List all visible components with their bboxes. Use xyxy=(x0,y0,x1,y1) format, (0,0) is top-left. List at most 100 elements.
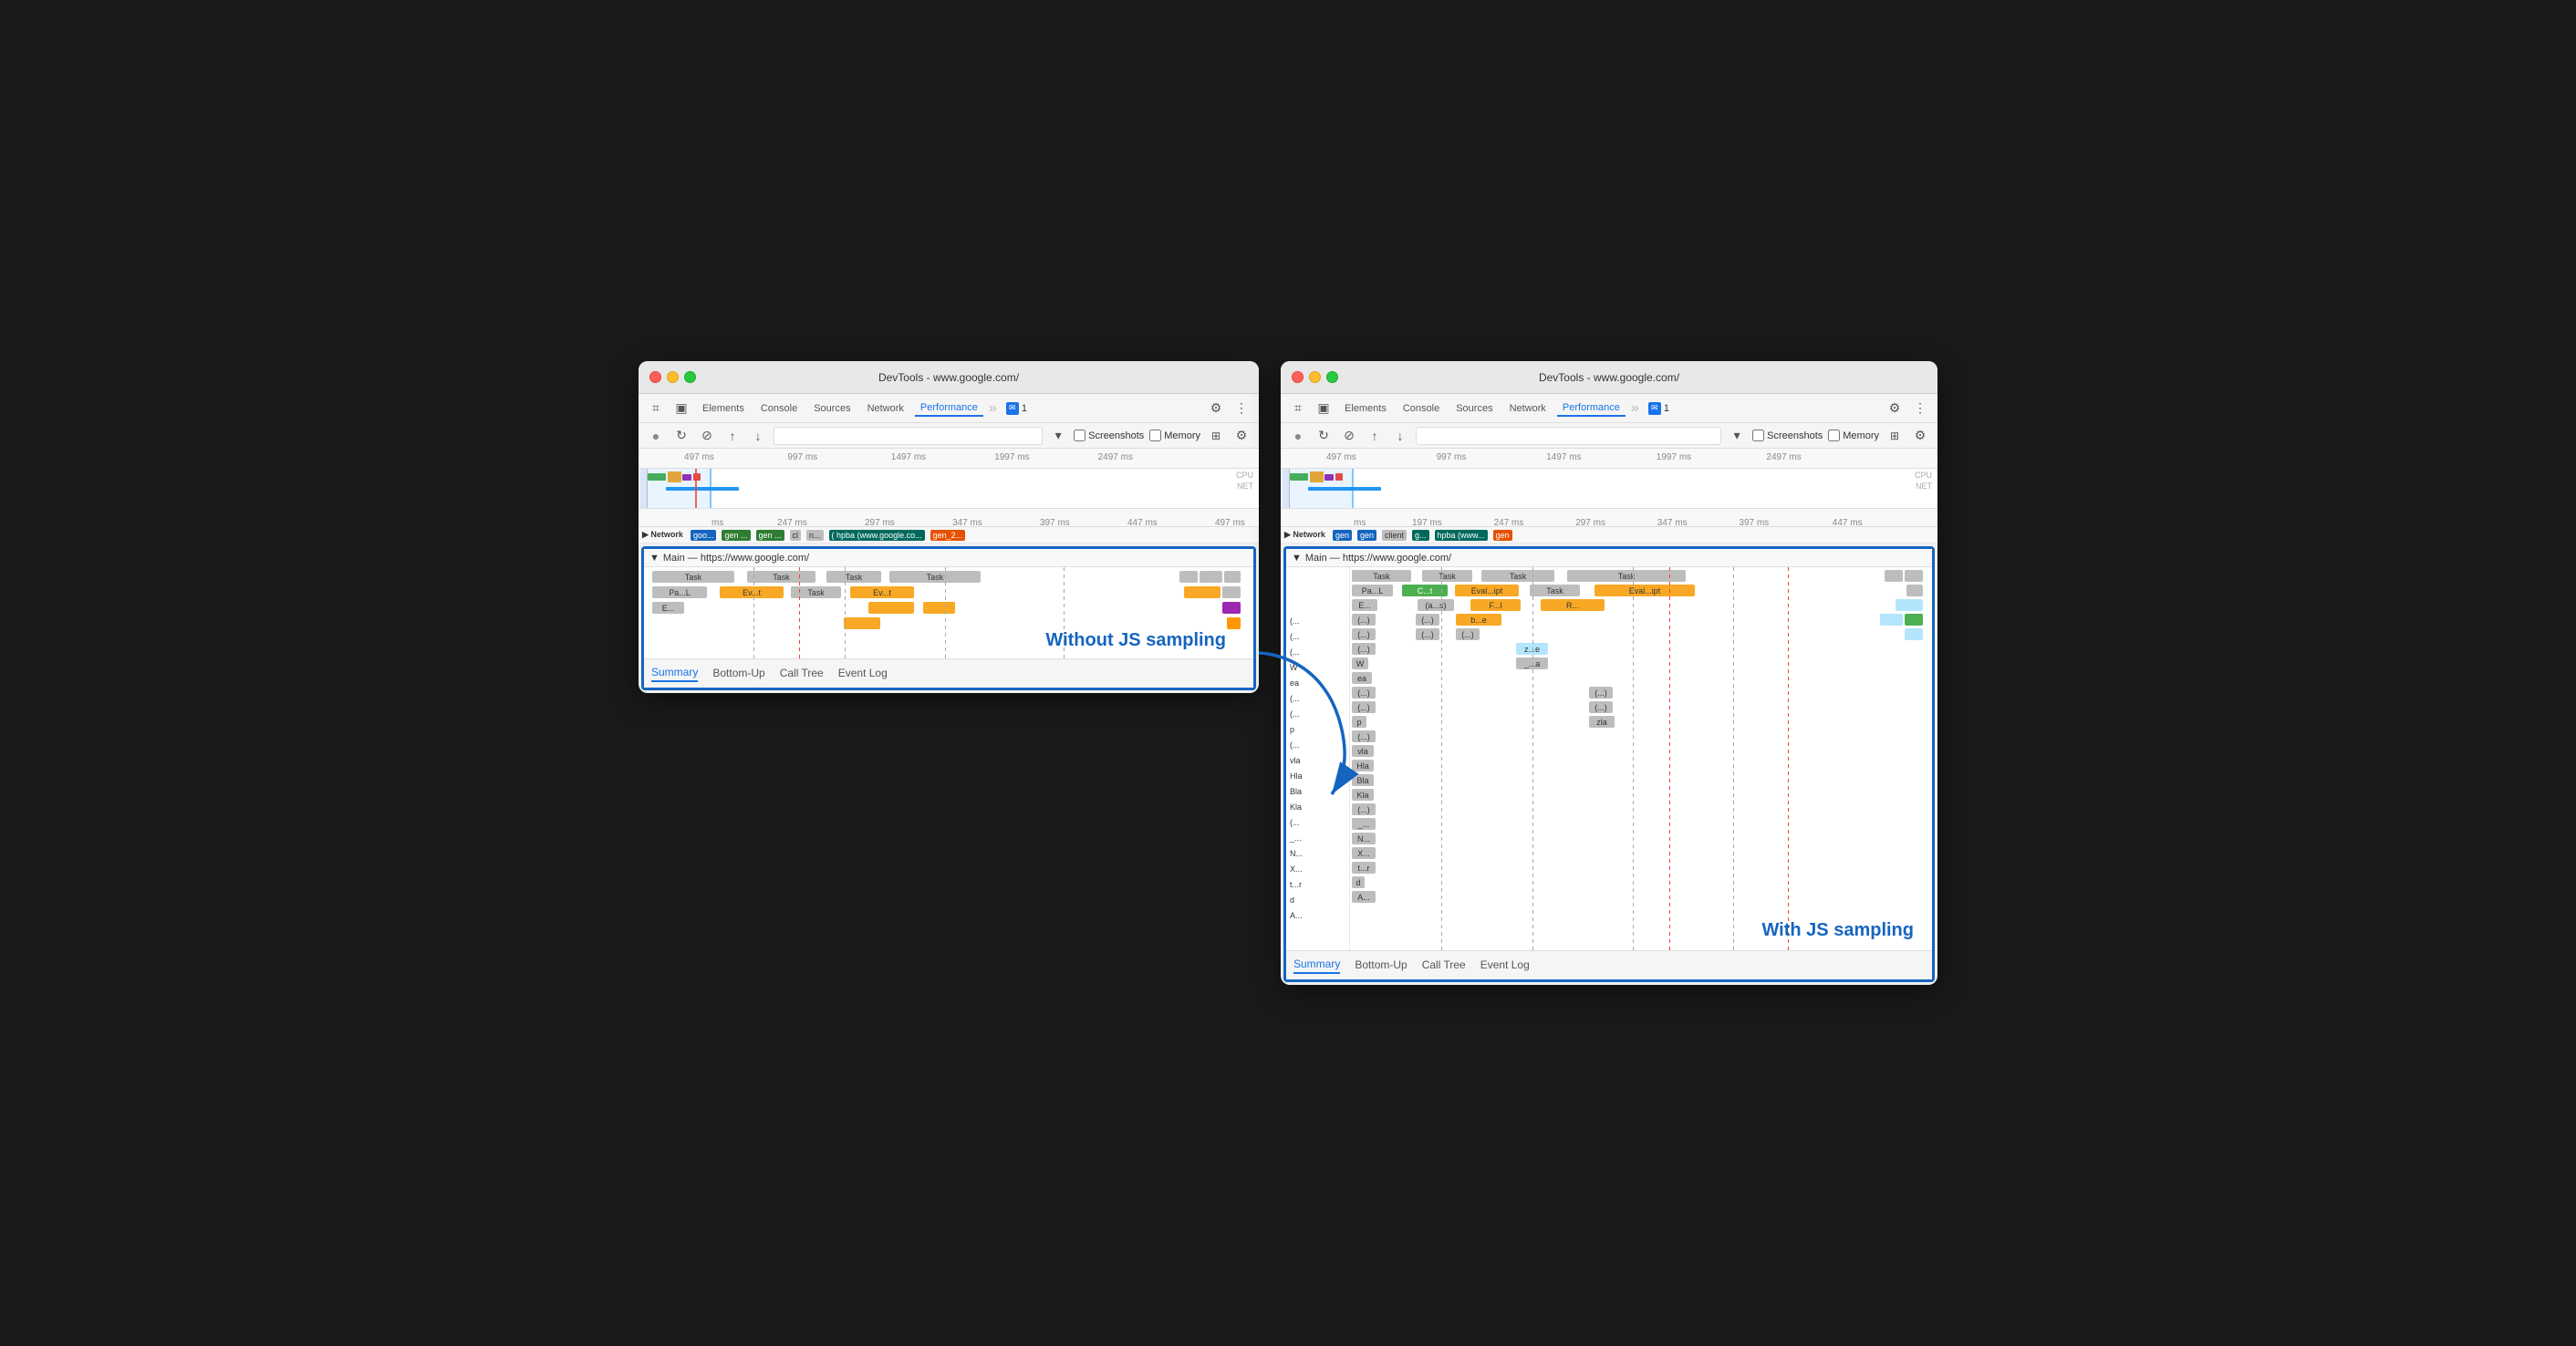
screenshots-label-left[interactable]: Screenshots xyxy=(1074,430,1144,441)
close-button-left[interactable] xyxy=(649,371,661,383)
r-kla[interactable]: Kla xyxy=(1352,789,1374,801)
settings2-icon-right[interactable]: ⚙ xyxy=(1910,426,1930,446)
memory-label-right[interactable]: Memory xyxy=(1828,430,1879,441)
r-tr[interactable]: t...r xyxy=(1352,862,1376,874)
r-fl[interactable]: F...l xyxy=(1470,599,1521,611)
tab-bottomup-left[interactable]: Bottom-Up xyxy=(712,667,764,681)
tab-console-right[interactable]: Console xyxy=(1397,401,1445,416)
minimize-button-left[interactable] xyxy=(667,371,679,383)
reload-icon-left[interactable]: ↻ xyxy=(671,426,691,446)
settings-icon-left[interactable]: ⚙ xyxy=(1206,399,1226,419)
more-options-left[interactable]: ⋮ xyxy=(1231,399,1252,419)
r-gr-1[interactable] xyxy=(1905,614,1923,626)
r-as[interactable]: (a...s) xyxy=(1418,599,1454,611)
r-hla[interactable]: Hla xyxy=(1352,760,1374,771)
r-lb-2[interactable] xyxy=(1880,614,1903,626)
maximize-button-left[interactable] xyxy=(684,371,696,383)
tab-summary-left[interactable]: Summary xyxy=(651,666,698,682)
y-bar-4[interactable] xyxy=(844,617,880,629)
download-icon-right[interactable]: ↓ xyxy=(1390,426,1410,446)
evt-bar-1[interactable]: Ev...t xyxy=(720,586,784,598)
screenshots-label-right[interactable]: Screenshots xyxy=(1752,430,1823,441)
tab-performance-left[interactable]: Performance xyxy=(915,400,983,417)
r-task-2[interactable]: Task xyxy=(1422,570,1472,582)
r-x[interactable]: X... xyxy=(1352,847,1376,859)
record-icon-left[interactable]: ● xyxy=(646,426,666,446)
settings-icon-right[interactable]: ⚙ xyxy=(1885,399,1905,419)
close-button-right[interactable] xyxy=(1292,371,1304,383)
r-evalscript-2[interactable]: Eval...ipt xyxy=(1594,585,1695,596)
yellow-bar-r[interactable] xyxy=(1184,586,1220,598)
task-bar-l5[interactable] xyxy=(1179,571,1198,583)
upload-icon-left[interactable]: ↑ xyxy=(722,426,743,446)
tab-calltree-left[interactable]: Call Tree xyxy=(780,667,824,681)
layers-icon-right[interactable]: ▣ xyxy=(1314,399,1334,419)
r-p53[interactable]: (...) xyxy=(1456,628,1480,640)
more-tabs-left[interactable]: » xyxy=(989,400,997,417)
task-bar-l7[interactable] xyxy=(1224,571,1241,583)
collapse-icon-left[interactable]: ▼ xyxy=(649,553,660,564)
r-n[interactable]: N... xyxy=(1352,833,1376,844)
r-pal[interactable]: Pa...L xyxy=(1352,585,1393,596)
address-input-right[interactable]: www.google.com #1 xyxy=(1416,427,1721,445)
maximize-button-right[interactable] xyxy=(1326,371,1338,383)
r-lb-3[interactable] xyxy=(1905,628,1923,640)
dropdown-right[interactable]: ▾ xyxy=(1727,426,1747,446)
r-p11[interactable]: p xyxy=(1352,716,1366,728)
more-tabs-right[interactable]: » xyxy=(1631,400,1639,417)
r-und[interactable]: _... xyxy=(1352,818,1376,830)
r-p52[interactable]: (...) xyxy=(1416,628,1439,640)
tab-bottomup-right[interactable]: Bottom-Up xyxy=(1355,958,1407,973)
pal-bar[interactable]: Pa...L xyxy=(652,586,707,598)
r-task-6[interactable] xyxy=(1905,570,1923,582)
memory-label-left[interactable]: Memory xyxy=(1149,430,1200,441)
cursor-icon-right[interactable]: ⌗ xyxy=(1288,399,1308,419)
task-bar-l2[interactable]: Task xyxy=(747,571,815,583)
r-p92[interactable]: (...) xyxy=(1589,687,1613,699)
r-p121[interactable]: (...) xyxy=(1352,730,1376,742)
memory-checkbox-right[interactable] xyxy=(1828,430,1840,441)
evt-bar-2[interactable]: Ev...t xyxy=(850,586,914,598)
r-bla[interactable]: Bla xyxy=(1352,774,1374,786)
r-p91[interactable]: (...) xyxy=(1352,687,1376,699)
tab-performance-right[interactable]: Performance xyxy=(1557,400,1626,417)
download-icon-left[interactable]: ↓ xyxy=(748,426,768,446)
r-p42[interactable]: (...) xyxy=(1416,614,1439,626)
dropdown-left[interactable]: ▾ xyxy=(1048,426,1068,446)
r-a[interactable]: A... xyxy=(1352,891,1376,903)
tab-sources-left[interactable]: Sources xyxy=(808,401,856,416)
yellow-e-bar[interactable] xyxy=(868,602,914,614)
r-task-4[interactable]: Task xyxy=(1567,570,1686,582)
r-vla[interactable]: vla xyxy=(1352,745,1374,757)
tab-eventlog-left[interactable]: Event Log xyxy=(838,667,888,681)
gray-bar-r[interactable] xyxy=(1222,586,1241,598)
cursor-icon[interactable]: ⌗ xyxy=(646,399,666,419)
e-bar[interactable]: E... xyxy=(652,602,684,614)
r-task-m[interactable]: Task xyxy=(1530,585,1580,596)
minimize-button-right[interactable] xyxy=(1309,371,1321,383)
tab-calltree-right[interactable]: Call Tree xyxy=(1422,958,1466,973)
clear-icon-right[interactable]: ⊘ xyxy=(1339,426,1359,446)
task-bar-l3[interactable]: Task xyxy=(826,571,881,583)
reload-icon-right[interactable]: ↻ xyxy=(1314,426,1334,446)
screenshots-checkbox-right[interactable] xyxy=(1752,430,1764,441)
r-p171[interactable]: (...) xyxy=(1352,803,1376,815)
tab-console-left[interactable]: Console xyxy=(755,401,803,416)
tab-elements-left[interactable]: Elements xyxy=(697,401,750,416)
r-task-5[interactable] xyxy=(1885,570,1903,582)
r-p41[interactable]: (...) xyxy=(1352,614,1376,626)
layers-icon[interactable]: ▣ xyxy=(671,399,691,419)
clear-icon-left[interactable]: ⊘ xyxy=(697,426,717,446)
tab-network-right[interactable]: Network xyxy=(1504,401,1552,416)
screenshots-checkbox-left[interactable] xyxy=(1074,430,1085,441)
more-options-right[interactable]: ⋮ xyxy=(1910,399,1930,419)
purple-bar[interactable] xyxy=(1222,602,1241,614)
upload-icon-right[interactable]: ↑ xyxy=(1365,426,1385,446)
r-ea[interactable]: ea xyxy=(1352,672,1372,684)
r-task-1[interactable]: Task xyxy=(1352,570,1411,582)
r-p61[interactable]: (...) xyxy=(1352,643,1376,655)
memory-icon-left[interactable]: ⊞ xyxy=(1206,426,1226,446)
r-r[interactable]: R... xyxy=(1541,599,1605,611)
r-zla[interactable]: zla xyxy=(1589,716,1615,728)
tab-elements-right[interactable]: Elements xyxy=(1339,401,1392,416)
